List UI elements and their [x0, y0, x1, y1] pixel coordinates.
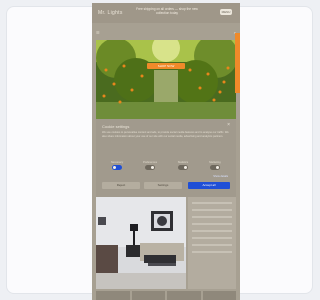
feedback-side-tab[interactable] — [235, 33, 240, 93]
close-icon[interactable]: × — [227, 122, 230, 128]
toggle-necessary[interactable]: Necessary — [102, 161, 132, 171]
product-info-panel — [188, 197, 236, 289]
shop-now-button[interactable]: SHOP NOW — [147, 63, 185, 69]
thumbnail[interactable] — [96, 291, 130, 300]
thumbnail[interactable] — [202, 291, 236, 300]
toggle-marketing[interactable]: Marketing — [200, 161, 230, 171]
toggle-statistics[interactable]: Statistics — [168, 161, 198, 171]
show-details-link[interactable]: Show details — [213, 175, 228, 178]
switch-statistics[interactable] — [178, 165, 188, 170]
settings-button[interactable]: Settings — [144, 182, 182, 189]
toggle-preferences[interactable]: Preferences — [135, 161, 165, 171]
consent-description: We use cookies to personalise content an… — [102, 131, 229, 138]
consent-toggles: Necessary Preferences Statistics Marketi… — [102, 161, 230, 171]
hamburger-icon[interactable]: ☰ — [96, 30, 100, 35]
cookie-consent-dialog: Cookie settings × We use cookies to pers… — [96, 119, 236, 197]
reject-button[interactable]: Reject — [102, 182, 140, 189]
switch-preferences[interactable] — [145, 165, 155, 170]
thumbnail-strip — [96, 291, 236, 300]
living-room-image — [96, 197, 186, 289]
thumbnail[interactable] — [167, 291, 201, 300]
menu-button[interactable]: MENU — [220, 9, 232, 15]
thumbnail[interactable] — [131, 291, 165, 300]
brand-logo[interactable]: Mr. Lights — [98, 10, 123, 16]
accept-all-button[interactable]: Accept all — [188, 182, 230, 189]
promo-text: Free shipping on all orders — shop the n… — [136, 7, 198, 15]
switch-marketing[interactable] — [210, 165, 220, 170]
consent-title: Cookie settings — [102, 124, 130, 129]
phone-screenshot: Mr. Lights Free shipping on all orders —… — [92, 3, 240, 300]
orange-grove-image — [96, 40, 236, 119]
switch-necessary[interactable] — [112, 165, 122, 170]
hero-image: SHOP NOW — [96, 40, 236, 119]
top-bar: Mr. Lights Free shipping on all orders —… — [92, 3, 240, 23]
